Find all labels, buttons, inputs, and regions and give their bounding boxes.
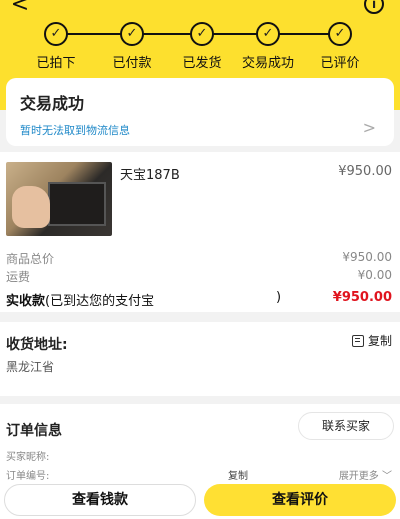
paid-value: ¥950.00 — [332, 290, 392, 305]
paid-label: 实收款(已到达您的支付宝 — [6, 290, 154, 309]
check-icon: ✓ — [120, 22, 144, 46]
order-info-title: 订单信息 — [6, 423, 62, 439]
copy-order-number-button[interactable]: 复制 — [228, 467, 248, 482]
total-value: ¥950.00 — [342, 250, 392, 264]
address-card: 收货地址: 复制 黑龙江省 — [0, 322, 400, 396]
total-label: 商品总价 — [6, 252, 55, 266]
status-card[interactable]: 交易成功 暂时无法取到物流信息 > — [6, 78, 394, 146]
step-label: 交易成功 — [241, 56, 294, 71]
check-icon: ✓ — [256, 22, 280, 46]
product-image-case — [48, 182, 106, 226]
address-text: 黑龙江省 — [6, 360, 55, 374]
step-label: 已付款 — [112, 56, 152, 71]
logistics-info[interactable]: 暂时无法取到物流信息 — [20, 122, 130, 138]
paid-note-close: ) — [276, 290, 282, 305]
shipping-label: 运费 — [6, 270, 31, 284]
expand-more-button[interactable]: 展开更多 ﹀ — [339, 467, 392, 482]
info-icon[interactable]: i — [364, 0, 384, 14]
expand-label: 展开更多 — [338, 471, 379, 482]
chevron-down-icon: ﹀ — [382, 471, 392, 482]
product-price: ¥950.00 — [338, 164, 392, 179]
chevron-right-icon[interactable]: > — [363, 118, 376, 137]
paid-note: (已到达您的支付宝 — [45, 294, 155, 309]
check-icon: ✓ — [328, 22, 352, 46]
order-summary-card: 天宝187B ¥950.00 商品总价 ¥950.00 运费 ¥0.00 实收款… — [0, 152, 400, 312]
step-completed: ✓ 交易成功 — [233, 22, 303, 71]
buyer-nick-label: 买家昵称: — [6, 452, 50, 463]
bottom-action-bar: 查看钱款 查看评价 — [0, 482, 400, 519]
product-image[interactable] — [6, 162, 112, 236]
step-label: 已评价 — [320, 56, 360, 71]
step-paid: ✓ 已付款 — [97, 22, 167, 71]
step-ordered: ✓ 已拍下 — [21, 22, 91, 71]
check-icon: ✓ — [44, 22, 68, 46]
address-title: 收货地址: — [6, 337, 68, 353]
status-title: 交易成功 — [20, 94, 85, 113]
copy-label: 复制 — [367, 334, 392, 348]
step-reviewed: ✓ 已评价 — [305, 22, 375, 71]
step-label: 已发货 — [182, 56, 222, 71]
step-shipped: ✓ 已发货 — [167, 22, 237, 71]
copy-icon — [351, 334, 364, 347]
copy-address-button[interactable]: 复制 — [351, 332, 392, 349]
step-label: 已拍下 — [36, 56, 76, 71]
view-money-button[interactable]: 查看钱款 — [4, 484, 196, 516]
paid-label-text: 实收款 — [6, 294, 46, 309]
product-image-hand — [12, 186, 50, 228]
order-number-label: 订单编号: — [6, 471, 50, 482]
contact-buyer-button[interactable]: 联系买家 — [298, 412, 394, 440]
product-name[interactable]: 天宝187B — [120, 164, 180, 183]
check-icon: ✓ — [190, 22, 214, 46]
view-review-button[interactable]: 查看评价 — [204, 484, 396, 516]
shipping-value: ¥0.00 — [357, 268, 392, 282]
back-arrow-icon[interactable]: < — [8, 0, 32, 18]
